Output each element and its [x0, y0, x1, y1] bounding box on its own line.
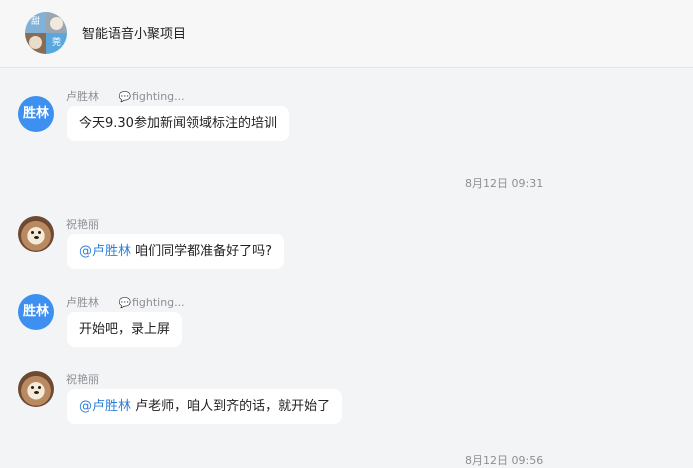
mention-link[interactable]: @卢胜林: [79, 399, 131, 414]
group-avatar-dog-2: [25, 33, 46, 54]
sender-avatar[interactable]: [18, 371, 54, 407]
timestamp: 8月12日 09:31: [465, 177, 544, 190]
message-text: 咱们同学都准备好了吗?: [131, 244, 273, 259]
sender-avatar[interactable]: 胜林: [18, 96, 54, 132]
sender-avatar[interactable]: 胜林: [18, 294, 54, 330]
sender-name: 祝艳丽: [66, 218, 99, 231]
message-meta: 祝艳丽: [66, 216, 99, 232]
sender-name: 卢胜林: [66, 90, 99, 103]
chat-title: 智能语音小聚项目: [82, 27, 187, 42]
message-bubble[interactable]: 开始吧，录上屏: [67, 312, 183, 347]
message-text: 卢老师，咱人到齐的话，就开始了: [131, 399, 331, 414]
sender-name: 祝艳丽: [66, 373, 99, 386]
message-bubble[interactable]: @卢胜林 咱们同学都准备好了吗?: [67, 234, 285, 269]
group-avatar-char-1: 甜: [25, 12, 46, 33]
sender-avatar[interactable]: [18, 216, 54, 252]
mention-link[interactable]: @卢胜林: [79, 244, 131, 259]
message-text: 今天9.30参加新闻领域标注的培训: [79, 116, 277, 131]
timestamp: 8月12日 09:56: [465, 454, 544, 467]
speech-bubble-icon: 💬: [118, 92, 131, 103]
group-avatar-dog-1: [46, 12, 67, 33]
message-meta: 卢胜林 💬fighting...: [66, 294, 185, 310]
message-bubble[interactable]: 今天9.30参加新闻领域标注的培训: [67, 106, 289, 141]
group-avatar-char-2: 莞: [46, 33, 67, 54]
sender-name: 卢胜林: [66, 296, 99, 309]
message-bubble[interactable]: @卢胜林 卢老师，咱人到齐的话，就开始了: [67, 389, 343, 424]
chat-header: 甜 莞 智能语音小聚项目: [0, 0, 693, 68]
message-meta: 祝艳丽: [66, 371, 99, 387]
message-meta: 卢胜林 💬fighting...: [66, 88, 185, 104]
sender-status: 💬fighting...: [118, 296, 185, 309]
group-avatar[interactable]: 甜 莞: [25, 12, 67, 54]
message-text: 开始吧，录上屏: [79, 322, 171, 337]
sender-status: 💬fighting...: [118, 90, 185, 103]
speech-bubble-icon: 💬: [118, 298, 131, 309]
